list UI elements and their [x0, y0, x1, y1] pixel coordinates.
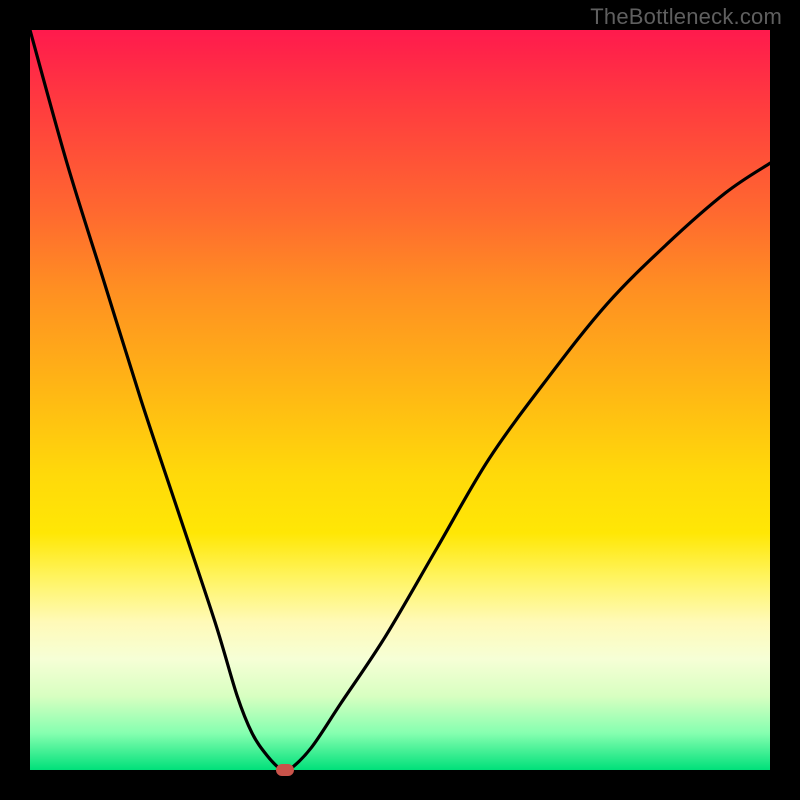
bottleneck-curve-line [30, 30, 770, 770]
chart-svg [30, 30, 770, 770]
bottleneck-chart [30, 30, 770, 770]
watermark-text: TheBottleneck.com [590, 4, 782, 30]
optimal-point-marker [276, 764, 294, 776]
